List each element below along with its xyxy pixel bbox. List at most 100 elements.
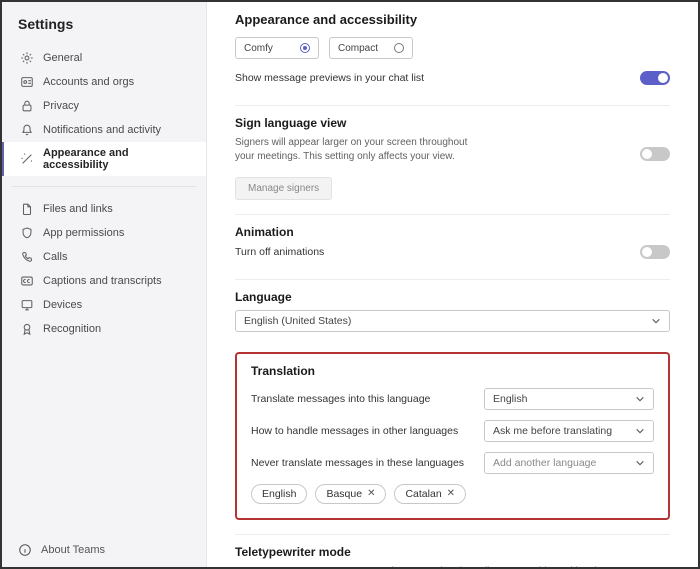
bell-icon	[20, 123, 34, 137]
section-animation: Animation Turn off animations	[235, 214, 670, 279]
language-select[interactable]: English (United States)	[235, 310, 670, 332]
sidebar-item-label: Devices	[43, 299, 82, 311]
animation-toggle[interactable]	[640, 245, 670, 259]
tty-desc: Turn on TTY to use text to communicate o…	[235, 565, 670, 567]
translation-handling-row: How to handle messages in other language…	[251, 420, 654, 442]
settings-main: Appearance and accessibility Comfy Compa…	[207, 2, 698, 567]
translation-target-value: English	[493, 393, 527, 405]
sidebar-item-accounts-and-orgs[interactable]: Accounts and orgs	[2, 70, 206, 94]
shield-icon	[20, 226, 34, 240]
sidebar-group-1: General Accounts and orgs Privacy Notificat…	[2, 42, 206, 180]
sign-language-toggle[interactable]	[640, 147, 670, 161]
sidebar-item-label: Captions and transcripts	[43, 275, 162, 287]
chevron-down-icon	[651, 316, 661, 326]
sidebar-item-label: App permissions	[43, 227, 124, 239]
language-chip-basque: Basque ✕	[315, 484, 386, 504]
lock-icon	[20, 99, 34, 113]
animation-label: Turn off animations	[235, 246, 626, 258]
chip-label: Catalan	[405, 488, 441, 500]
density-comfy-option[interactable]: Comfy	[235, 37, 319, 59]
message-preview-label: Show message previews in your chat list	[235, 72, 626, 84]
file-icon	[20, 202, 34, 216]
sidebar-item-devices[interactable]: Devices	[2, 293, 206, 317]
message-preview-row: Show message previews in your chat list	[235, 71, 670, 85]
sidebar-about-label: About Teams	[41, 544, 105, 556]
sidebar-item-label: Files and links	[43, 203, 113, 215]
sidebar-item-label: Privacy	[43, 100, 79, 112]
language-chip-english: English	[251, 484, 307, 504]
section-density: Comfy Compact Show message previews in y…	[235, 35, 670, 105]
sidebar-item-label: Appearance and accessibility	[43, 147, 190, 171]
translation-handling-value: Ask me before translating	[493, 425, 612, 437]
cc-icon	[20, 274, 34, 288]
sidebar-divider	[12, 186, 196, 187]
sidebar-item-captions-and-transcripts[interactable]: Captions and transcripts	[2, 269, 206, 293]
translation-exclude-select[interactable]: Add another language	[484, 452, 654, 474]
sidebar-item-label: Calls	[43, 251, 67, 263]
main-scroll[interactable]: Comfy Compact Show message previews in y…	[207, 35, 698, 567]
sidebar-item-label: Recognition	[43, 323, 101, 335]
density-options: Comfy Compact	[235, 37, 670, 59]
settings-window: Settings General Accounts and orgs Privacy…	[0, 0, 700, 569]
sidebar-item-notifications-and-activity[interactable]: Notifications and activity	[2, 118, 206, 142]
sidebar-item-label: Notifications and activity	[43, 124, 161, 136]
ribbon-icon	[20, 322, 34, 336]
close-icon[interactable]: ✕	[367, 489, 375, 499]
translation-target-select[interactable]: English	[484, 388, 654, 410]
sidebar-item-general[interactable]: General	[2, 46, 206, 70]
sidebar-nav: General Accounts and orgs Privacy Notificat…	[2, 42, 206, 537]
sidebar-about[interactable]: About Teams	[2, 537, 206, 561]
gear-icon	[20, 51, 34, 65]
translation-exclude-chips: English Basque ✕ Catalan ✕	[251, 484, 654, 504]
translation-target-label: Translate messages into this language	[251, 393, 470, 405]
sidebar-item-privacy[interactable]: Privacy	[2, 94, 206, 118]
translation-heading: Translation	[251, 364, 654, 378]
device-icon	[20, 298, 34, 312]
chip-label: English	[262, 488, 296, 500]
language-heading: Language	[235, 290, 670, 304]
sidebar-item-app-permissions[interactable]: App permissions	[2, 221, 206, 245]
chevron-down-icon	[635, 394, 645, 404]
sign-language-row: Signers will appear larger on your scree…	[235, 136, 670, 171]
page-title: Appearance and accessibility	[207, 2, 698, 35]
animation-heading: Animation	[235, 225, 670, 239]
density-comfy-label: Comfy	[244, 43, 273, 54]
translation-handling-label: How to handle messages in other language…	[251, 425, 470, 437]
message-preview-toggle[interactable]	[640, 71, 670, 85]
translation-target-row: Translate messages into this language En…	[251, 388, 654, 410]
app-shell: Settings General Accounts and orgs Privacy…	[2, 2, 698, 567]
radio-checked-icon	[300, 43, 310, 53]
sidebar-title: Settings	[2, 12, 206, 42]
translation-exclude-placeholder: Add another language	[493, 457, 596, 469]
translation-handling-select[interactable]: Ask me before translating	[484, 420, 654, 442]
sidebar-item-calls[interactable]: Calls	[2, 245, 206, 269]
section-translation-highlight: Translation Translate messages into this…	[235, 352, 670, 520]
sidebar-item-label: General	[43, 52, 82, 64]
sign-language-heading: Sign language view	[235, 116, 670, 130]
sidebar-item-appearance-and-accessibility[interactable]: Appearance and accessibility	[2, 142, 206, 176]
chevron-down-icon	[635, 458, 645, 468]
animation-row: Turn off animations	[235, 245, 670, 259]
section-tty: Teletypewriter mode Turn on TTY to use t…	[235, 534, 670, 567]
chip-label: Basque	[326, 488, 362, 500]
close-icon[interactable]: ✕	[447, 489, 455, 499]
org-icon	[20, 75, 34, 89]
language-chip-catalan: Catalan ✕	[394, 484, 466, 504]
section-sign-language: Sign language view Signers will appear l…	[235, 105, 670, 214]
section-language: Language English (United States)	[235, 279, 670, 346]
translation-exclude-label: Never translate messages in these langua…	[251, 457, 470, 469]
section-translation: Translation Translate messages into this…	[251, 364, 654, 504]
phone-icon	[20, 250, 34, 264]
translation-exclude-row: Never translate messages in these langua…	[251, 452, 654, 474]
info-icon	[18, 543, 32, 557]
sidebar-item-label: Accounts and orgs	[43, 76, 134, 88]
sidebar-group-2: Files and links App permissions Calls Capti…	[2, 193, 206, 345]
sidebar-item-recognition[interactable]: Recognition	[2, 317, 206, 341]
sidebar-item-files-and-links[interactable]: Files and links	[2, 197, 206, 221]
manage-signers-button[interactable]: Manage signers	[235, 177, 332, 200]
language-value: English (United States)	[244, 315, 351, 327]
sign-language-desc: Signers will appear larger on your scree…	[235, 136, 475, 163]
wand-icon	[20, 152, 34, 166]
density-compact-option[interactable]: Compact	[329, 37, 413, 59]
settings-sidebar: Settings General Accounts and orgs Privacy…	[2, 2, 207, 567]
